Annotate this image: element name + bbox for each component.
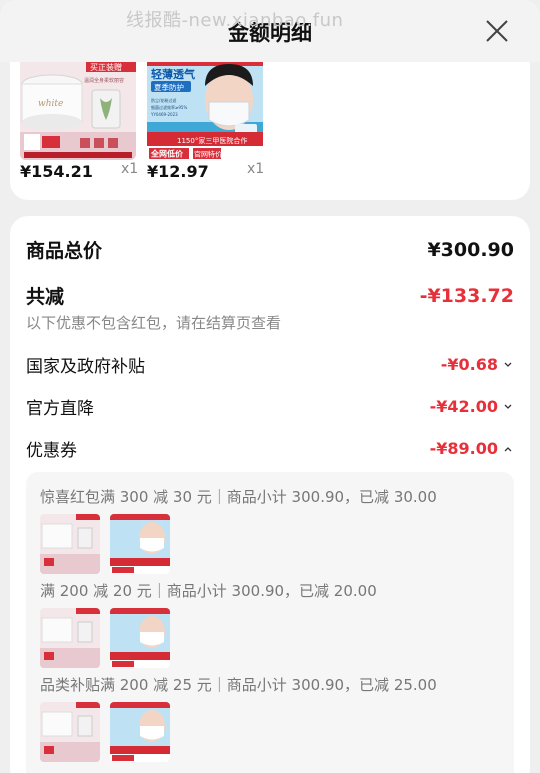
cream-jar-thumb-image: [40, 608, 100, 668]
svg-text:防尘/花粉过滤: 防尘/花粉过滤: [151, 97, 176, 103]
svg-text:夏季防护: 夏季防护: [154, 82, 184, 92]
product-1-price: ¥154.21: [20, 162, 93, 181]
svg-text:细菌过滤效率≥95%: 细菌过滤效率≥95%: [151, 104, 187, 110]
total-value: ¥300.90: [427, 238, 514, 261]
svg-text:买正装赠: 买正装赠: [90, 62, 122, 72]
coupon-2-thumb-cream: [40, 608, 100, 668]
coupon-row[interactable]: 优惠券 -¥89.00: [26, 436, 514, 461]
coupon-title-3: 品类补贴满 200 减 25 元｜商品小计 300.90，已减 25.00: [40, 676, 437, 694]
amount-detail-card: 商品总价 ¥300.90 共减 -¥133.72 以下优惠不包含红包，请在结算页…: [10, 216, 530, 773]
coupon-detail-panel: 惊喜红包满 300 减 30 元｜商品小计 300.90，已减 30.00 满 …: [26, 472, 514, 773]
coupon-label: 优惠券: [26, 441, 77, 461]
coupon-3-thumb-mask: [110, 702, 170, 762]
discount-note: 以下优惠不包含红包，请在结算页查看: [26, 314, 282, 332]
product-item-2[interactable]: 轻薄透气 夏季防护 防尘/花粉过滤 细菌过滤效率≥95% YY0469-2023…: [147, 62, 263, 160]
face-mask-thumb-image: [110, 514, 170, 574]
subsidy-value: -¥0.68: [440, 355, 498, 374]
face-mask-thumb-image: [110, 608, 170, 668]
coupon-title-1: 惊喜红包满 300 减 30 元｜商品小计 300.90，已减 30.00: [40, 488, 437, 506]
face-mask-product-image: 轻薄透气 夏季防护 防尘/花粉过滤 细菌过滤效率≥95% YY0469-2023…: [147, 62, 263, 160]
direct-discount-row[interactable]: 官方直降 -¥42.00: [26, 394, 514, 419]
total-row: 商品总价 ¥300.90: [26, 236, 514, 263]
product-1-qty: x1: [121, 161, 139, 177]
cream-jar-product-image: 买正装赠 温润全身柔软丽容 white: [20, 62, 136, 160]
svg-text:YY0469-2023: YY0469-2023: [150, 112, 178, 117]
product-2-qty: x1: [247, 161, 265, 177]
cream-jar-thumb-image: [40, 702, 100, 762]
svg-text:white: white: [38, 99, 63, 109]
coupon-value-group: -¥89.00: [430, 439, 514, 458]
reduce-row: 共减 -¥133.72: [26, 282, 514, 309]
watermark-text: 线报酷-new.xianbao.fun: [126, 10, 344, 31]
coupon-1-thumb-cream: [40, 514, 100, 574]
product-2-price: ¥12.97: [147, 162, 209, 181]
svg-text:1150°家三甲医院合作: 1150°家三甲医院合作: [177, 136, 247, 145]
reduce-value: -¥133.72: [419, 284, 514, 307]
coupon-title-2: 满 200 减 20 元｜商品小计 300.90，已减 20.00: [40, 582, 377, 600]
face-mask-thumb-image: [110, 702, 170, 762]
subsidy-label: 国家及政府补贴: [26, 357, 145, 377]
direct-discount-value: -¥42.00: [429, 397, 498, 416]
chevron-down-icon: [504, 404, 512, 409]
direct-discount-label: 官方直降: [26, 399, 94, 419]
subsidy-row[interactable]: 国家及政府补贴 -¥0.68: [26, 352, 514, 377]
total-label: 商品总价: [26, 240, 103, 262]
close-icon: [486, 20, 508, 42]
close-button[interactable]: [484, 18, 510, 44]
svg-text:官网特价: 官网特价: [194, 150, 222, 159]
cream-jar-thumb-image: [40, 514, 100, 574]
chevron-up-icon: [504, 446, 512, 451]
svg-text:全网低价: 全网低价: [150, 149, 184, 159]
product-item-1[interactable]: 买正装赠 温润全身柔软丽容 white: [20, 62, 136, 160]
coupon-value: -¥89.00: [429, 439, 498, 458]
coupon-1-thumb-mask: [110, 514, 170, 574]
reduce-label: 共减: [26, 286, 65, 308]
coupon-3-thumb-cream: [40, 702, 100, 762]
subsidy-value-group: -¥0.68: [441, 355, 514, 374]
svg-text:轻薄透气: 轻薄透气: [151, 67, 195, 81]
direct-discount-value-group: -¥42.00: [430, 397, 514, 416]
chevron-down-icon: [504, 362, 512, 367]
svg-text:温润全身柔软丽容: 温润全身柔软丽容: [84, 77, 124, 84]
product-list-card: 买正装赠 温润全身柔软丽容 white ¥154.21 x1 轻薄透气 夏季防护: [10, 62, 530, 200]
coupon-2-thumb-mask: [110, 608, 170, 668]
